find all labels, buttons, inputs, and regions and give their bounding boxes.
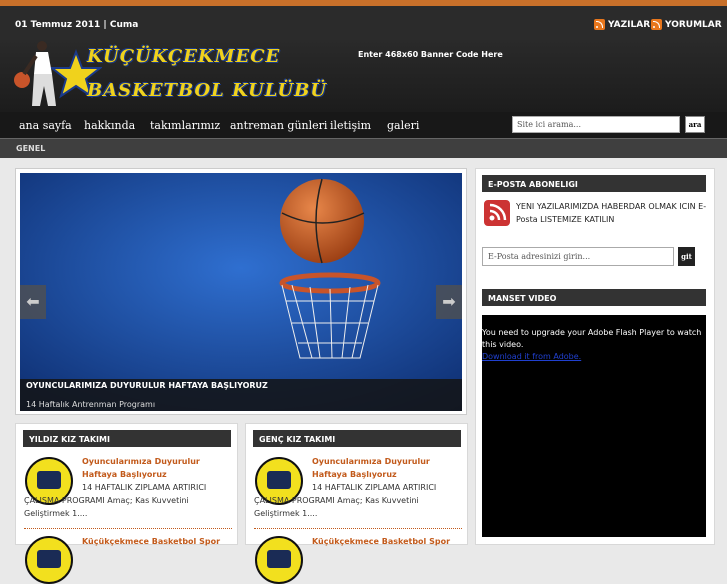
current-date: 01 Temmuz 2011 | Cuma xyxy=(15,20,139,30)
nav-item-gallery[interactable]: galeri xyxy=(387,119,419,132)
team-panel-yildiz: YILDIZ KIZ TAKIMI Oyuncularımıza Duyurul… xyxy=(15,423,238,584)
featured-slider[interactable]: ⬅ ➡ OYUNCULARIMIZA DUYURULUR HAFTAYA BAŞ… xyxy=(20,173,462,411)
email-input[interactable]: E-Posta adresinizi girin... xyxy=(482,247,674,266)
post-excerpt: 14 HAFTALIK ZIPLAMA ARTIRICI ÇALIŞMA PRO… xyxy=(24,483,207,518)
team-panel-genc: GENÇ KIZ TAKIMI Oyuncularımıza Duyurulur… xyxy=(245,423,468,584)
club-badge-icon xyxy=(25,536,73,584)
email-subscription-title: E-POSTA ABONELIGI xyxy=(482,175,706,192)
post-excerpt: 14 HAFTALIK ZIPLAMA ARTIRICI ÇALIŞMA PRO… xyxy=(254,483,437,518)
post-title-link[interactable]: Oyuncularımıza Duyurulur Haftaya Başlıyo… xyxy=(312,455,462,481)
posts-feed-link[interactable]: YAZILAR xyxy=(594,19,650,30)
category-bar: GENEL xyxy=(0,138,727,158)
slider-next-arrow-icon[interactable]: ➡ xyxy=(436,285,462,319)
search-button[interactable]: ara xyxy=(685,116,705,133)
adobe-download-link[interactable]: Download it from Adobe. xyxy=(482,352,581,361)
panel-title: YILDIZ KIZ TAKIMI xyxy=(23,430,231,447)
club-badge-icon xyxy=(255,536,303,584)
email-submit-button[interactable]: git xyxy=(678,247,695,266)
rss-icon xyxy=(651,19,662,30)
slider-title[interactable]: OYUNCULARIMIZA DUYURULUR HAFTAYA BAŞLIYO… xyxy=(26,381,268,390)
nav-item-about[interactable]: hakkında xyxy=(84,119,135,132)
club-name-line2[interactable]: BASKETBOL KULÜBÜ xyxy=(87,80,327,101)
post-title-link[interactable]: Küçükçekmece Basketbol Spor xyxy=(312,535,462,548)
main-nav: ana sayfa hakkında takımlarımız antreman… xyxy=(0,112,727,138)
post-title-link[interactable]: Oyuncularımıza Duyurulur Haftaya Başlıyo… xyxy=(82,455,232,481)
subscription-text: YENI YAZILARIMIZDA HABERDAR OLMAK ICIN E… xyxy=(516,202,707,224)
nav-item-teams[interactable]: takımlarımız xyxy=(150,119,220,132)
rss-subscribe-icon xyxy=(484,200,510,226)
post-divider xyxy=(254,528,462,529)
nav-item-training-days[interactable]: antreman günleri xyxy=(230,119,327,132)
post-divider xyxy=(24,528,232,529)
comments-feed-link[interactable]: YORUMLAR xyxy=(651,19,722,30)
slider-caption: OYUNCULARIMIZA DUYURULUR HAFTAYA BAŞLIYO… xyxy=(20,379,462,411)
featured-slider-frame: ⬅ ➡ OYUNCULARIMIZA DUYURULUR HAFTAYA BAŞ… xyxy=(15,168,467,415)
basketball-hoop-image xyxy=(20,173,462,411)
banner-placeholder: Enter 468x60 Banner Code Here xyxy=(358,50,503,59)
category-general[interactable]: GENEL xyxy=(16,144,45,153)
panel-title: GENÇ KIZ TAKIMI xyxy=(253,430,461,447)
nav-item-home[interactable]: ana sayfa xyxy=(19,119,72,132)
slider-subtitle: 14 Haftalık Antrenman Programı xyxy=(26,400,156,409)
club-name-line1[interactable]: KÜÇÜKÇEKMECE xyxy=(87,46,280,67)
site-header: KÜÇÜKÇEKMECE BASKETBOL KULÜBÜ Enter 468x… xyxy=(0,40,727,112)
rss-icon xyxy=(594,19,605,30)
top-bar: 01 Temmuz 2011 | Cuma YAZILAR YORUMLAR xyxy=(0,6,727,40)
video-player[interactable]: You need to upgrade your Adobe Flash Pla… xyxy=(482,315,706,537)
nav-item-contact[interactable]: iletişim xyxy=(330,119,371,132)
flash-upgrade-message: You need to upgrade your Adobe Flash Pla… xyxy=(482,328,702,349)
slider-prev-arrow-icon[interactable]: ⬅ xyxy=(20,285,46,319)
post-title-link[interactable]: Küçükçekmece Basketbol Spor xyxy=(82,535,232,548)
search-input[interactable]: Site ici arama... xyxy=(512,116,680,133)
featured-video-title: MANSET VIDEO xyxy=(482,289,706,306)
